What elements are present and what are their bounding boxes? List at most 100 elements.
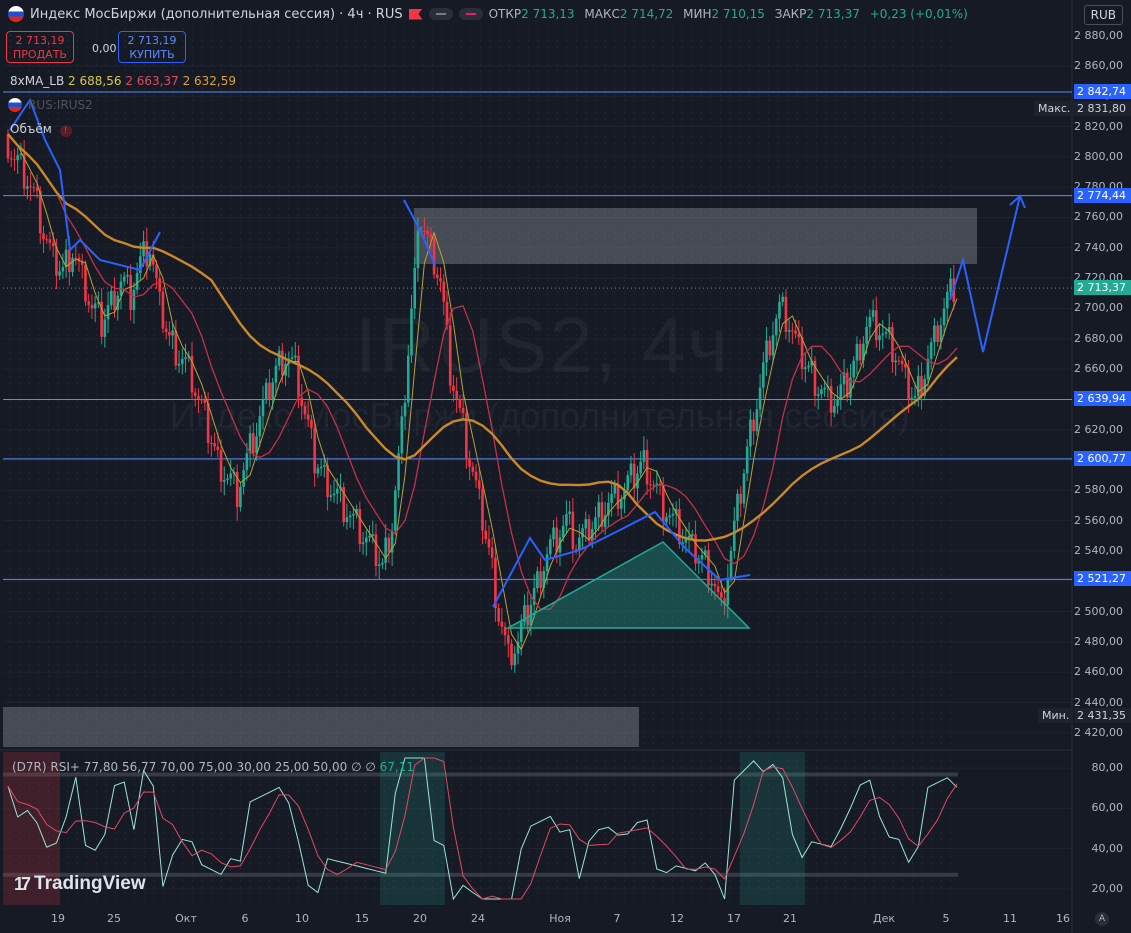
candle-body: [109, 290, 113, 306]
ma-indicator-legend[interactable]: 8xMA_LB 2 688,56 2 663,37 2 632,59: [10, 74, 236, 88]
candle-body: [474, 471, 478, 481]
candle-body: [51, 242, 55, 247]
candle-body: [658, 483, 662, 485]
candle-body: [736, 493, 739, 521]
candle-body: [84, 264, 87, 302]
candle-body: [823, 387, 826, 390]
candle-body: [778, 301, 781, 319]
candle-body: [781, 296, 784, 302]
candle-body: [613, 484, 617, 494]
level-price-label: 2 600,77: [1074, 450, 1131, 466]
compare-symbol: RUS:IRUS2: [28, 98, 93, 112]
candle-body: [852, 360, 856, 378]
candle-body: [490, 547, 494, 558]
candle-body: [106, 305, 110, 320]
candle-body: [429, 234, 433, 238]
candle-body: [875, 310, 878, 341]
buy-button[interactable]: 2 713,19 КУПИТЬ: [118, 31, 186, 63]
candle-body: [691, 534, 694, 536]
compare-legend[interactable]: RUS:IRUS2: [8, 98, 93, 112]
candle-body: [561, 525, 565, 538]
rsi-tick-label: 80,00: [1091, 761, 1124, 775]
level-price-label: 2 639,94: [1074, 391, 1131, 407]
y-tick-label: 2 480,00: [1074, 634, 1123, 648]
candle-body: [503, 626, 507, 636]
candle-body: [594, 517, 597, 530]
x-tick-label: 10: [295, 912, 309, 925]
candle-body: [481, 488, 484, 531]
candle-body: [245, 453, 249, 471]
x-tick-label: 11: [1003, 912, 1017, 925]
candle-body: [477, 480, 481, 489]
candle-body: [377, 564, 381, 567]
pill-toggle-icon[interactable]: [428, 8, 453, 20]
candle-body: [239, 486, 242, 507]
candle-body: [552, 527, 555, 540]
y-tick-label: 2 440,00: [1074, 695, 1123, 709]
candle-body: [916, 375, 920, 397]
candle-body: [868, 316, 872, 327]
y-tick-label: 2 680,00: [1074, 331, 1123, 345]
flag-marker-icon[interactable]: [408, 8, 423, 20]
warning-icon[interactable]: !: [59, 125, 72, 137]
chart-canvas[interactable]: [0, 0, 1131, 933]
candle-body: [155, 264, 158, 279]
y-tick-label: 2 420,00: [1074, 725, 1123, 739]
candle-body: [949, 278, 952, 292]
volume-legend[interactable]: Объём !: [10, 122, 72, 137]
sell-price: 2 713,19: [15, 34, 65, 47]
candle-body: [548, 539, 552, 555]
candle-body: [168, 331, 171, 336]
candle-body: [587, 519, 591, 541]
candle-body: [229, 473, 233, 479]
change-value: +0,23 (+0,01%): [869, 7, 968, 21]
open-value: 2 713,13: [521, 7, 575, 21]
candle-body: [891, 327, 894, 363]
candle-body: [93, 303, 97, 309]
min-price-label: 2 431,35: [1074, 707, 1131, 723]
candle-body: [642, 449, 646, 462]
symbol-watermark: IRUS2, 4ч: [355, 301, 731, 389]
candle-body: [649, 484, 652, 486]
y-tick-label: 2 800,00: [1074, 149, 1123, 163]
x-tick-label: 15: [355, 912, 369, 925]
candle-body: [878, 335, 881, 341]
y-tick-label: 2 860,00: [1074, 58, 1123, 72]
last-price-label: 2 713,37: [1074, 280, 1131, 296]
tradingview-logo[interactable]: 17 TradingView: [14, 873, 146, 895]
candle-body: [329, 495, 333, 497]
x-tick-label: Окт: [175, 912, 197, 925]
candle-body: [71, 257, 74, 273]
rsi-param: 77,80: [83, 760, 119, 774]
high-label: МАКС: [584, 7, 620, 21]
auto-scale-button[interactable]: A: [1095, 912, 1109, 926]
currency-selector[interactable]: RUB: [1083, 5, 1123, 25]
candle-body: [910, 397, 914, 400]
candle-body: [126, 274, 129, 277]
candle-body: [45, 239, 49, 241]
candle-body: [820, 389, 823, 395]
candle-body: [913, 396, 917, 398]
candle-body: [897, 360, 901, 362]
candle-body: [416, 231, 420, 269]
candle-body: [423, 230, 426, 232]
candle-body: [132, 289, 136, 310]
rsi-param: 56,77: [121, 760, 157, 774]
candle-body: [929, 342, 933, 359]
sell-button[interactable]: 2 713,19 ПРОДАТЬ: [6, 31, 74, 63]
rsi-oversold-band: [3, 872, 958, 877]
candle-body: [432, 237, 436, 275]
rsi-param: 25,00: [274, 760, 310, 774]
x-tick-label: 16: [1056, 912, 1070, 925]
candle-body: [16, 155, 19, 161]
y-tick-label: 2 820,00: [1074, 119, 1123, 133]
rsi-legend[interactable]: (D7R) RSI+ 77,80 56,77 70,00 75,00 30,00…: [12, 760, 414, 774]
ma-mid-value: 2 663,37: [125, 74, 179, 88]
candle-body: [639, 461, 642, 474]
candle-body: [32, 187, 36, 189]
chart-header: Индекс МосБиржи (дополнительная сессия) …: [8, 6, 974, 22]
candle-body: [700, 555, 704, 560]
symbol-title[interactable]: Индекс МосБиржи (дополнительная сессия) …: [30, 7, 403, 22]
candle-body: [787, 330, 791, 332]
pill-toggle-pink-icon[interactable]: [458, 8, 483, 20]
